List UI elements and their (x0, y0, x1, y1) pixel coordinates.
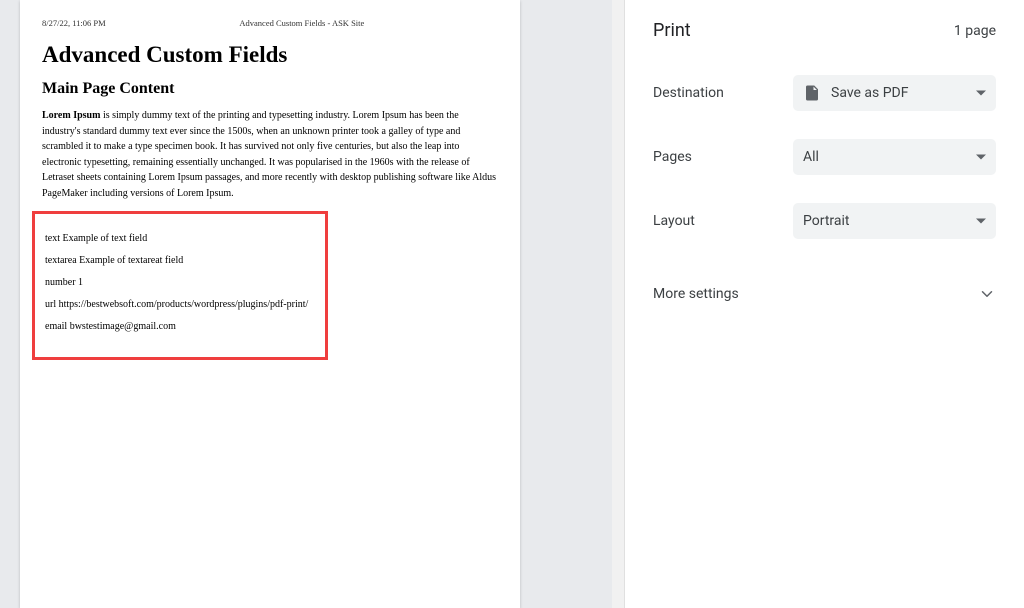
layout-select[interactable]: Portrait (793, 203, 996, 239)
preview-scrollbar[interactable] (612, 0, 624, 608)
page-header-title: Advanced Custom Fields - ASK Site (106, 18, 498, 28)
layout-row: Layout Portrait (625, 193, 1024, 249)
print-sidebar: Print 1 page Destination Save as PDF Pag… (624, 0, 1024, 608)
document-subtitle: Main Page Content (42, 80, 498, 98)
chevron-down-icon (976, 155, 986, 160)
destination-label: Destination (653, 85, 793, 101)
destination-row: Destination Save as PDF (625, 65, 1024, 121)
field-textarea: textarea Example of textareat field (45, 255, 315, 266)
para-rest: is simply dummy text of the printing and… (42, 110, 496, 199)
document-paragraph: Lorem Ipsum is simply dummy text of the … (42, 108, 498, 201)
page-timestamp: 8/27/22, 11:06 PM (42, 18, 106, 28)
chevron-down-icon (978, 285, 996, 303)
field-text: text Example of text field (45, 233, 315, 244)
more-settings-label: More settings (653, 286, 739, 302)
page-header-row: 8/27/22, 11:06 PM Advanced Custom Fields… (42, 18, 498, 28)
destination-value: Save as PDF (831, 85, 909, 101)
sidebar-title: Print (653, 20, 691, 41)
document-title: Advanced Custom Fields (42, 42, 498, 68)
para-lead: Lorem Ipsum (42, 110, 100, 121)
print-preview-pane: 8/27/22, 11:06 PM Advanced Custom Fields… (0, 0, 624, 608)
field-number: number 1 (45, 277, 315, 288)
pages-row: Pages All (625, 129, 1024, 185)
layout-value: Portrait (803, 213, 849, 229)
chevron-down-icon (976, 219, 986, 224)
field-email: email bwstestimage@gmail.com (45, 321, 315, 332)
more-settings-toggle[interactable]: More settings (625, 257, 1024, 313)
pages-label: Pages (653, 149, 793, 165)
layout-label: Layout (653, 213, 793, 229)
page-count: 1 page (954, 23, 996, 39)
chevron-down-icon (976, 91, 986, 96)
preview-page: 8/27/22, 11:06 PM Advanced Custom Fields… (20, 0, 520, 608)
sidebar-header: Print 1 page (625, 0, 1024, 65)
field-url: url https://bestwebsoft.com/products/wor… (45, 299, 315, 310)
pdf-icon (803, 84, 821, 102)
pages-value: All (803, 149, 819, 165)
destination-select[interactable]: Save as PDF (793, 75, 996, 111)
pages-select[interactable]: All (793, 139, 996, 175)
custom-fields-highlight-box: text Example of text field textarea Exam… (32, 211, 328, 360)
